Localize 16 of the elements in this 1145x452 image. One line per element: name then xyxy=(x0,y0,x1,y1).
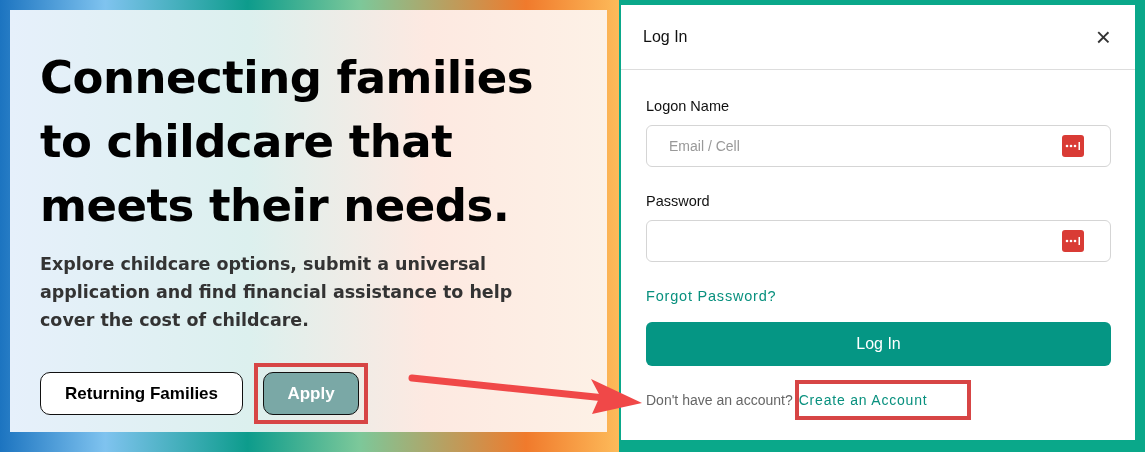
password-manager-icon[interactable] xyxy=(1062,135,1084,157)
field-label: Password xyxy=(646,193,711,209)
returning-button[interactable]: Returning Families xyxy=(40,372,243,415)
input-field[interactable] xyxy=(646,220,1111,262)
hero-heading: Connecting families to childcare that meets their needs. xyxy=(40,50,534,234)
hero-text: Explore childcare options, submit a universal application and find financial assistance to help cover the cost of childcare. xyxy=(40,253,514,332)
password-manager-icon[interactable] xyxy=(1062,230,1084,252)
dialog-title: Log In xyxy=(643,28,688,46)
input-field[interactable]: Email / Cell xyxy=(646,125,1111,167)
close-button[interactable]: × xyxy=(1091,24,1115,50)
forgot-password-link[interactable]: Forgot Password? xyxy=(646,288,777,304)
apply-button[interactable]: Apply xyxy=(263,372,359,415)
signup-prompt: Don't have an account? xyxy=(646,392,793,408)
field-label: Logon Name xyxy=(646,98,731,114)
create-account-link[interactable]: Create an Account xyxy=(798,392,928,408)
login-button[interactable]: Log In xyxy=(646,322,1111,366)
